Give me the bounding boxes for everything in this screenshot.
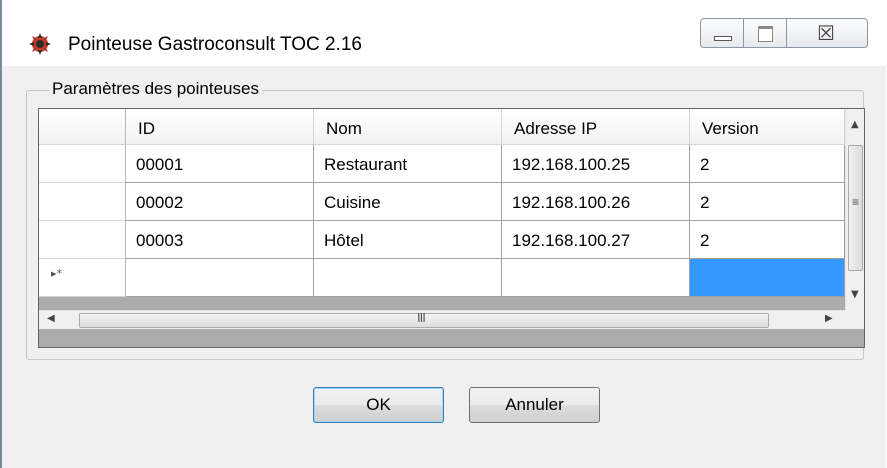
horizontal-grip-icon: III [417,310,426,325]
minimize-icon [714,36,732,41]
cell-id[interactable]: 00003 [126,221,314,259]
close-button[interactable]: ☒ [786,18,868,48]
cell-nom[interactable]: Cuisine [314,183,502,221]
scroll-right-icon[interactable]: ▶ [825,313,833,324]
new-row-marker-icon: ▸* [51,267,63,280]
cell-id[interactable]: 00002 [126,183,314,221]
horizontal-scroll-thumb[interactable]: III [79,310,769,328]
caption-buttons: ☒ [700,18,870,50]
cell-version[interactable]: 2 [690,183,845,221]
vertical-scroll-thumb[interactable]: ≡ [848,145,863,271]
scroll-down-icon[interactable]: ▼ [851,289,859,300]
groupbox-label: Paramètres des pointeuses [49,79,262,99]
cancel-button[interactable]: Annuler [469,387,600,423]
row-header[interactable] [39,145,126,183]
new-row-cell-nom[interactable] [314,259,502,297]
cell-version[interactable]: 2 [690,221,845,259]
cell-nom[interactable]: Restaurant [314,145,502,183]
minimize-button[interactable] [700,18,744,48]
scroll-left-icon[interactable]: ◀ [47,313,55,324]
cell-ip[interactable]: 192.168.100.26 [502,183,690,221]
vertical-grip-icon: ≡ [852,195,860,209]
maximize-icon [758,26,773,42]
title-bar[interactable]: Pointeuse Gastroconsult TOC 2.16 ☒ [2,0,886,66]
cell-ip[interactable]: 192.168.100.25 [502,145,690,183]
scroll-up-icon[interactable]: ▲ [851,119,859,130]
new-row-cell-ip[interactable] [502,259,690,297]
row-header[interactable] [39,221,126,259]
new-row-cell-id[interactable] [126,259,314,297]
cell-ip[interactable]: 192.168.100.27 [502,221,690,259]
column-header-ip[interactable]: Adresse IP [502,109,690,145]
new-row-cell-version[interactable] [690,259,845,297]
column-header-nom[interactable]: Nom [314,109,502,145]
scrollbar-corner [845,310,864,329]
app-logo-icon [29,33,51,55]
vertical-scrollbar[interactable]: ▲ ≡ ▼ [845,109,864,310]
cell-nom[interactable]: Hôtel [314,221,502,259]
column-header-id[interactable]: ID [126,109,314,145]
column-header-version[interactable]: Version [690,109,845,145]
pointeuses-grid[interactable]: ID Nom Adresse IP Version 00001 Restaura… [38,108,865,348]
new-row-header[interactable]: ▸* [39,259,126,297]
maximize-button[interactable] [743,18,787,48]
ok-button[interactable]: OK [313,387,444,423]
dialog-window: Pointeuse Gastroconsult TOC 2.16 ☒ Param… [0,0,886,468]
row-header[interactable] [39,183,126,221]
cell-version[interactable]: 2 [690,145,845,183]
horizontal-scrollbar[interactable]: ◀ III ▶ [39,310,845,329]
grid-corner-header[interactable] [39,109,126,145]
close-icon: ☒ [817,21,835,45]
window-title: Pointeuse Gastroconsult TOC 2.16 [68,34,362,55]
cell-id[interactable]: 00001 [126,145,314,183]
